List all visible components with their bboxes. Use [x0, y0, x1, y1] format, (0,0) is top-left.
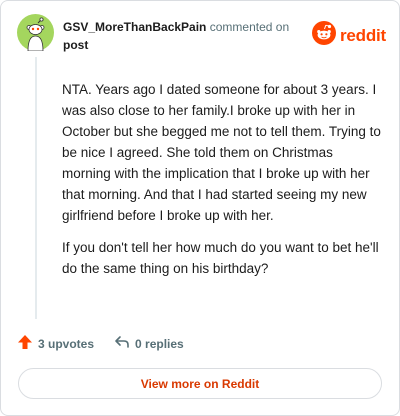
upvote-count: 3 upvotes — [38, 336, 95, 351]
view-more-button[interactable]: View more on Reddit — [18, 368, 382, 399]
thread-line[interactable] — [35, 57, 37, 319]
comment-actions: 3 upvotes 0 replies — [17, 334, 184, 353]
reply-arrow-icon — [114, 334, 130, 353]
comment-paragraph: NTA. Years ago I dated someone for about… — [62, 82, 381, 223]
commented-on-label: commented on — [209, 20, 290, 34]
reddit-logo-icon — [312, 21, 336, 50]
comment-body: NTA. Years ago I dated someone for about… — [62, 79, 384, 290]
reply-count: 0 replies — [135, 336, 184, 351]
comment-paragraph: If you don't tell her how much do you wa… — [62, 240, 379, 276]
reddit-logo[interactable]: reddit — [312, 21, 386, 50]
comment-header: GSV_MoreThanBackPain commented on post — [63, 18, 299, 54]
post-link[interactable]: post — [63, 36, 299, 54]
view-more-label: View more on Reddit — [140, 376, 260, 391]
user-avatar-icon[interactable] — [17, 14, 54, 52]
upvote-arrow-icon — [17, 334, 33, 353]
upvote-button[interactable]: 3 upvotes — [17, 334, 94, 353]
username-link[interactable]: GSV_MoreThanBackPain — [63, 20, 206, 34]
reply-button[interactable]: 0 replies — [114, 334, 184, 353]
reddit-wordmark: reddit — [340, 25, 387, 45]
embedded-comment-card: GSV_MoreThanBackPain commented on post r… — [0, 0, 400, 416]
